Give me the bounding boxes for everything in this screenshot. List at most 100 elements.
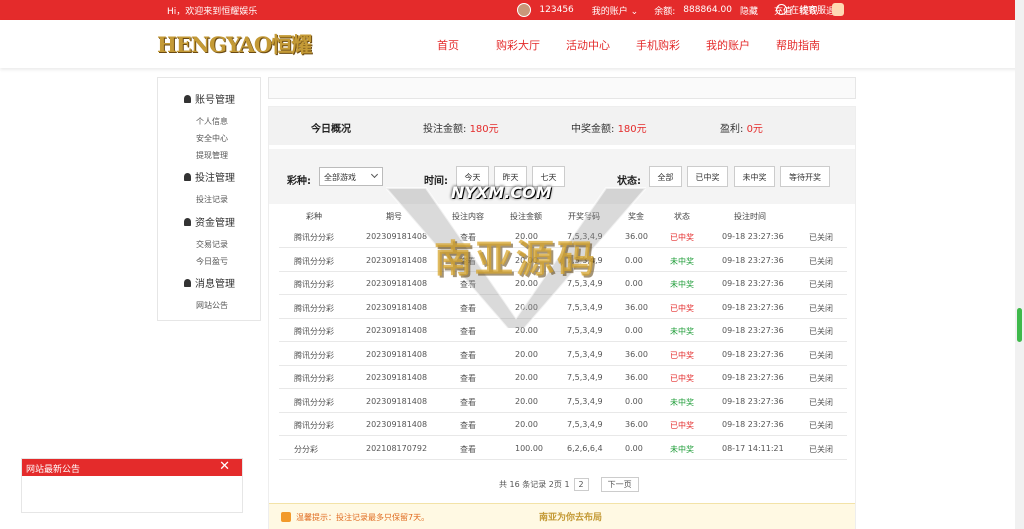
site-logo[interactable]: HENGYAO恒耀 xyxy=(157,29,312,57)
today-overview: 今日概况 投注金额: 180元 中奖金额: 180元 盈利: 0元 xyxy=(269,107,855,145)
page-2-button[interactable]: 2 xyxy=(573,478,589,491)
tip-text: 温馨提示：投注记录最多只保留7天。 xyxy=(296,513,430,522)
close-icon[interactable]: ✕ xyxy=(219,459,230,474)
cell-issue: 202309181408 xyxy=(366,420,428,429)
cell-time: 09-18 23:27:36 xyxy=(722,420,784,429)
cell-numbers: 7,5,3,4,9 xyxy=(567,349,603,359)
sidebar-item-today-pnl[interactable]: 今日盈亏 xyxy=(196,256,228,267)
nav-home[interactable]: 首页 xyxy=(437,37,459,53)
cell-action[interactable]: 已关闭 xyxy=(809,279,833,290)
main-navbar: HENGYAO恒耀 首页 购彩大厅 活动中心 手机购彩 我的账户 帮助指南 xyxy=(0,20,1024,68)
my-account-menu[interactable]: 我的账户 ⌄ xyxy=(592,4,638,17)
cell-content[interactable]: 查看 xyxy=(460,397,476,408)
nav-mobile-lottery[interactable]: 手机购彩 xyxy=(636,37,680,53)
time-filter-label: 时间: xyxy=(424,176,448,187)
cell-game: 腾讯分分彩 xyxy=(294,350,334,360)
cell-content[interactable]: 查看 xyxy=(460,420,476,431)
user-avatar xyxy=(517,3,532,17)
cell-content[interactable]: 查看 xyxy=(460,373,476,384)
time-week-button[interactable]: 七天 xyxy=(532,166,565,187)
game-select[interactable]: 全部游戏 xyxy=(319,167,383,186)
cell-action[interactable]: 已关闭 xyxy=(809,420,833,431)
time-today-button[interactable]: 今天 xyxy=(456,166,489,187)
page-scrollbar[interactable] xyxy=(1015,0,1024,529)
bet-records-panel: 今日概况 投注金额: 180元 中奖金额: 180元 盈利: 0元 彩种: 全部… xyxy=(268,106,856,529)
scrollbar-thumb[interactable] xyxy=(1017,308,1022,342)
cell-issue: 202309181408 xyxy=(366,232,428,241)
cell-content[interactable]: 查看 xyxy=(460,279,476,290)
cell-status: 已中奖 xyxy=(670,350,694,360)
cell-action[interactable]: 已关闭 xyxy=(809,232,833,243)
sidebar-item-security[interactable]: 安全中心 xyxy=(196,133,228,144)
online-service-button[interactable]: 在线客服 xyxy=(776,3,826,16)
table-row: 腾讯分分彩 202309181408 查看 20.00 7,5,3,4,9 36.00 已中… xyxy=(279,366,847,389)
th-issue: 期号 xyxy=(386,212,402,221)
cell-game: 腾讯分分彩 xyxy=(294,397,334,407)
cell-status: 已中奖 xyxy=(670,303,694,313)
main-nav: 首页 购彩大厅 活动中心 手机购彩 我的账户 帮助指南 xyxy=(437,37,846,53)
cell-status: 已中奖 xyxy=(670,374,694,383)
cell-time: 09-18 23:27:36 xyxy=(722,396,784,406)
cell-action[interactable]: 已关闭 xyxy=(809,326,833,337)
emoji-face-icon[interactable] xyxy=(832,3,844,16)
nav-lottery-hall[interactable]: 购彩大厅 xyxy=(496,37,540,53)
cell-action[interactable]: 已关闭 xyxy=(809,303,833,314)
cell-amount: 20.00 xyxy=(515,420,538,429)
cell-status: 未中奖 xyxy=(670,444,694,454)
sidebar-item-announcements[interactable]: 网站公告 xyxy=(196,300,228,311)
cell-content[interactable]: 查看 xyxy=(460,303,476,314)
cell-time: 09-18 23:27:36 xyxy=(722,373,784,382)
cell-issue: 202309181408 xyxy=(366,302,428,312)
cell-numbers: 7,5,3,4,9 xyxy=(567,326,603,335)
cell-amount: 20.00 xyxy=(515,326,538,335)
cell-action[interactable]: 已关闭 xyxy=(809,350,833,361)
sidebar-item-withdraw-manage[interactable]: 提现管理 xyxy=(196,150,228,161)
cell-content[interactable]: 查看 xyxy=(460,326,476,337)
th-game: 彩种 xyxy=(306,212,322,221)
nav-activity-center[interactable]: 活动中心 xyxy=(566,37,610,53)
cell-amount: 100.00 xyxy=(515,443,543,453)
overview-bet: 投注金额: 180元 xyxy=(423,124,499,135)
notice-title: 网站最新公告 xyxy=(26,465,81,475)
warning-icon xyxy=(281,512,291,522)
th-prize: 奖金 xyxy=(628,212,644,221)
sidebar-item-bet-records[interactable]: 投注记录 xyxy=(196,194,228,205)
user-icon xyxy=(184,94,191,103)
headset-icon xyxy=(776,4,787,15)
cell-prize: 36.00 xyxy=(625,302,648,312)
status-all-button[interactable]: 全部 xyxy=(649,166,682,187)
sidebar-item-profile[interactable]: 个人信息 xyxy=(196,116,228,127)
cell-action[interactable]: 已关闭 xyxy=(809,397,833,408)
cell-status: 已中奖 xyxy=(670,233,694,242)
cell-content[interactable]: 查看 xyxy=(460,256,476,267)
next-page-button[interactable]: 下一页 xyxy=(600,477,639,492)
cell-content[interactable]: 查看 xyxy=(460,232,476,243)
cell-game: 分分彩 xyxy=(294,444,318,454)
time-yesterday-button[interactable]: 昨天 xyxy=(494,166,527,187)
th-amount: 投注金额 xyxy=(510,212,542,221)
cell-issue: 202309181408 xyxy=(366,373,428,382)
cell-status: 未中奖 xyxy=(670,256,694,266)
cell-content[interactable]: 查看 xyxy=(460,444,476,455)
cell-time: 08-17 14:11:21 xyxy=(722,443,784,453)
table-row: 腾讯分分彩 202309181408 查看 20.00 7,5,3,4,9 36.00 已中… xyxy=(279,296,847,319)
cell-prize: 0.00 xyxy=(625,255,643,265)
sidebar-item-transactions[interactable]: 交易记录 xyxy=(196,239,228,250)
th-content: 投注内容 xyxy=(452,212,484,221)
status-pending-button[interactable]: 等待开奖 xyxy=(780,166,830,187)
cell-content[interactable]: 查看 xyxy=(460,350,476,361)
cell-prize: 0.00 xyxy=(625,443,643,453)
cell-time: 09-18 23:27:36 xyxy=(722,255,784,265)
chevron-down-icon: ⌄ xyxy=(630,6,639,17)
status-lost-button[interactable]: 未中奖 xyxy=(734,166,775,187)
cell-action[interactable]: 已关闭 xyxy=(809,256,833,267)
site-notice-box: 网站最新公告 ✕ xyxy=(21,458,243,513)
nav-my-account[interactable]: 我的账户 xyxy=(706,37,750,53)
cell-action[interactable]: 已关闭 xyxy=(809,373,833,384)
hide-balance-link[interactable]: 隐藏 xyxy=(740,4,758,17)
nav-help-guide[interactable]: 帮助指南 xyxy=(776,37,820,53)
cell-action[interactable]: 已关闭 xyxy=(809,444,833,455)
status-won-button[interactable]: 已中奖 xyxy=(687,166,728,187)
notice-header: 网站最新公告 ✕ xyxy=(22,459,242,476)
cell-issue: 202309181408 xyxy=(366,396,428,406)
